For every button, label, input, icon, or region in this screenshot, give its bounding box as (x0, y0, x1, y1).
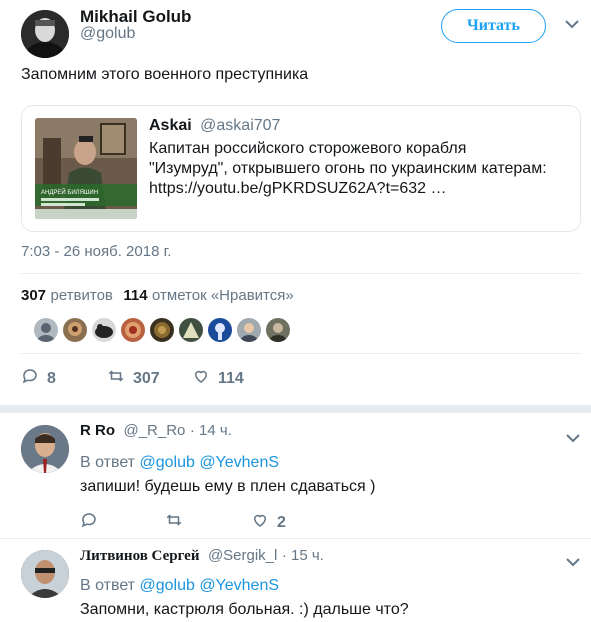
reply-author-name[interactable]: R Ro (80, 422, 115, 439)
quoted-tweet-card[interactable]: АНДРЕЙ БИЛЯШИН Askai @askai707 Капитан р… (21, 105, 581, 232)
like-count: 2 (277, 513, 286, 531)
reply-text: запиши! будешь ему в плен сдаваться ) (80, 478, 376, 495)
like-action[interactable]: 2 (251, 511, 286, 534)
retweets-label[interactable]: ретвитов (50, 287, 112, 304)
reply-time[interactable]: · 14 ч. (190, 422, 232, 439)
reply-author-handle[interactable]: @_R_Ro (123, 422, 185, 439)
retweet-icon (107, 367, 125, 390)
author-avatar[interactable] (21, 10, 69, 58)
liker-avatar[interactable] (237, 318, 261, 342)
reply-count: 8 (47, 369, 56, 387)
retweet-action[interactable] (165, 511, 183, 534)
reply-avatar[interactable] (21, 550, 69, 598)
liker-avatar[interactable] (121, 318, 145, 342)
reply-avatar[interactable] (21, 425, 69, 473)
reply-action[interactable] (80, 511, 98, 534)
liker-avatar[interactable] (92, 318, 116, 342)
author-name[interactable]: Mikhail Golub (80, 7, 191, 27)
reply-to-line: В ответ @golub @YevhenS (80, 454, 279, 472)
reply-time[interactable]: · 15 ч. (282, 547, 324, 564)
retweet-action[interactable]: 307 (107, 367, 160, 390)
reply-to-prefix: В ответ (80, 454, 136, 471)
heart-icon (251, 511, 269, 534)
quoted-author-handle[interactable]: @askai707 (200, 117, 280, 134)
chevron-down-icon[interactable] (565, 16, 579, 34)
likes-label[interactable]: отметок «Нравится» (152, 287, 294, 304)
divider (0, 405, 591, 413)
liker-avatar[interactable] (34, 318, 58, 342)
reply-text: Запомни, кастрюля больная. :) дальше что… (80, 601, 409, 618)
quoted-tweet-thumbnail[interactable]: АНДРЕЙ БИЛЯШИН (35, 118, 137, 219)
reply-to-prefix: В ответ (80, 577, 136, 594)
follow-button[interactable]: Читать (441, 9, 546, 43)
divider (21, 353, 581, 354)
reply-icon (80, 511, 98, 534)
chevron-down-icon[interactable] (566, 554, 580, 572)
like-action[interactable]: 114 (192, 367, 244, 390)
quoted-tweet-text: Капитан российского сторожевого корабля … (149, 140, 547, 197)
retweet-count: 307 (133, 369, 160, 387)
mention-link[interactable]: @golub (139, 454, 194, 471)
tweet-timestamp[interactable]: 7:03 - 26 нояб. 2018 г. (21, 243, 171, 260)
divider (0, 538, 591, 539)
liker-avatar[interactable] (179, 318, 203, 342)
reply-action[interactable]: 8 (21, 367, 56, 390)
liker-avatar[interactable] (63, 318, 87, 342)
tweet-text: Запомним этого военного преступника (21, 66, 309, 83)
thumbnail-caption: АНДРЕЙ БИЛЯШИН (41, 188, 98, 196)
reply-author-name[interactable]: Литвинов Сергей (80, 548, 199, 564)
author-handle[interactable]: @golub (80, 25, 135, 43)
liker-avatar[interactable] (208, 318, 232, 342)
mention-link[interactable]: @golub (139, 577, 194, 594)
engagement-stats: 307 ретвитов 114 отметок «Нравится» (21, 287, 294, 305)
reply-icon (21, 367, 39, 390)
retweets-count[interactable]: 307 (21, 287, 46, 304)
follow-button-label: Читать (467, 17, 520, 34)
reply-author-handle[interactable]: @Sergik_l (208, 547, 277, 564)
chevron-down-icon[interactable] (566, 430, 580, 448)
retweet-icon (165, 511, 183, 534)
heart-icon (192, 367, 210, 390)
like-count: 114 (218, 369, 244, 387)
quoted-author-name[interactable]: Askai (149, 117, 192, 134)
liker-avatar[interactable] (150, 318, 174, 342)
reply-to-line: В ответ @golub @YevhenS (80, 577, 279, 595)
likes-count[interactable]: 114 (123, 287, 147, 304)
divider (21, 273, 581, 274)
liker-avatar[interactable] (266, 318, 290, 342)
mention-link[interactable]: @YevhenS (199, 577, 279, 594)
mention-link[interactable]: @YevhenS (199, 454, 279, 471)
